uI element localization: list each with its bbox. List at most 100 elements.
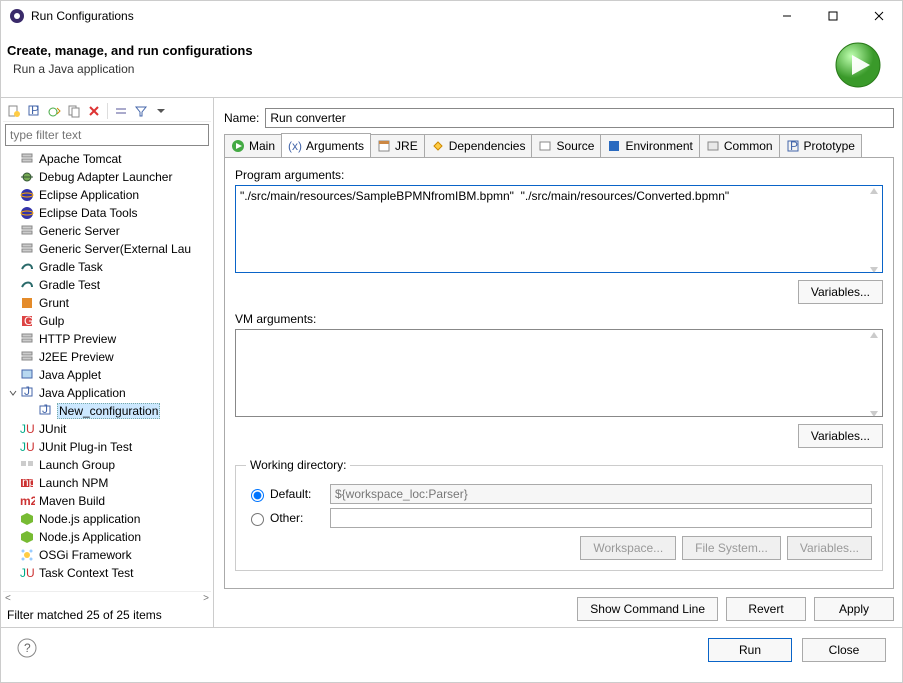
tab-common[interactable]: Common	[699, 134, 780, 157]
tree-item[interactable]: Apache Tomcat	[3, 150, 211, 168]
tree-item-label: Java Applet	[39, 368, 101, 382]
tree-item[interactable]: JJava Application	[3, 384, 211, 402]
tree-item[interactable]: Eclipse Application	[3, 186, 211, 204]
filter-icon[interactable]	[132, 102, 150, 120]
source-tab-icon	[538, 139, 552, 153]
config-tree[interactable]: Apache TomcatDebug Adapter LauncherEclip…	[3, 148, 211, 591]
chevron-down-icon[interactable]	[7, 388, 19, 398]
tree-item[interactable]: GGulp	[3, 312, 211, 330]
tab-jre[interactable]: JRE	[370, 134, 425, 157]
tree-item[interactable]: OSGi Framework	[3, 546, 211, 564]
tree-item[interactable]: m2Maven Build	[3, 492, 211, 510]
tree-item-label: Generic Server(External Lau	[39, 242, 191, 256]
java-icon: J	[37, 403, 53, 419]
wd-variables-button[interactable]: Variables...	[787, 536, 872, 560]
working-directory-legend: Working directory:	[246, 458, 350, 472]
deps-tab-icon	[431, 139, 445, 153]
tree-item-label: Launch Group	[39, 458, 115, 472]
new-proto-icon[interactable]: P	[25, 102, 43, 120]
tab-bar: Main(x)=ArgumentsJREDependencies Source En…	[224, 134, 894, 158]
close-window-button[interactable]	[856, 1, 902, 31]
server-icon	[19, 349, 35, 365]
tree-h-scrollbar[interactable]: <>	[3, 591, 211, 605]
eclipse-icon	[19, 205, 35, 221]
tab-main[interactable]: Main	[224, 134, 282, 157]
program-args-textarea[interactable]	[235, 185, 883, 273]
wd-default-label: Default:	[270, 487, 330, 501]
osgi-icon	[19, 547, 35, 563]
tree-item[interactable]: npmLaunch NPM	[3, 474, 211, 492]
svg-text:G: G	[24, 314, 33, 328]
tab-arguments[interactable]: (x)=Arguments	[281, 133, 371, 157]
tab-label: Common	[724, 139, 773, 153]
wd-other-input[interactable]	[330, 508, 872, 528]
vm-args-label: VM arguments:	[235, 312, 883, 326]
tree-item[interactable]: Node.js application	[3, 510, 211, 528]
tree-item-label: OSGi Framework	[39, 548, 132, 562]
show-command-line-button[interactable]: Show Command Line	[577, 597, 718, 621]
left-panel: P Apache TomcatDebug Adapter LauncherEcl…	[1, 98, 214, 627]
dialog-header: Create, manage, and run configurations R…	[1, 31, 902, 97]
tree-item[interactable]: Generic Server	[3, 222, 211, 240]
tree-item[interactable]: JUJUnit Plug-in Test	[3, 438, 211, 456]
tree-item[interactable]: JUJUnit	[3, 420, 211, 438]
tree-item-label: Node.js Application	[39, 530, 141, 544]
vm-args-scrollbar[interactable]	[867, 331, 881, 418]
tree-item[interactable]: Eclipse Data Tools	[3, 204, 211, 222]
collapse-all-icon[interactable]	[112, 102, 130, 120]
wd-other-radio[interactable]	[251, 513, 264, 526]
maximize-button[interactable]	[810, 1, 856, 31]
tree-item[interactable]: Java Applet	[3, 366, 211, 384]
svg-text:m2: m2	[20, 494, 35, 508]
tree-item[interactable]: Node.js Application	[3, 528, 211, 546]
tree-item-label: JUnit	[39, 422, 66, 436]
filesystem-button[interactable]: File System...	[682, 536, 781, 560]
help-icon[interactable]: ?	[17, 638, 37, 661]
export-icon[interactable]	[45, 102, 63, 120]
run-button[interactable]: Run	[708, 638, 792, 662]
workspace-button[interactable]: Workspace...	[580, 536, 676, 560]
new-config-icon[interactable]	[5, 102, 23, 120]
tree-item-child[interactable]: JNew_configuration	[3, 402, 211, 420]
main-tab-icon	[231, 139, 245, 153]
tree-item-label: Apache Tomcat	[39, 152, 122, 166]
eclipse-icon	[19, 187, 35, 203]
wd-default-radio[interactable]	[251, 489, 264, 502]
filter-input[interactable]	[5, 124, 209, 146]
program-args-scrollbar[interactable]	[867, 187, 881, 274]
tree-item-label: J2EE Preview	[39, 350, 114, 364]
delete-icon[interactable]	[85, 102, 103, 120]
gradle-icon	[19, 277, 35, 293]
tree-item[interactable]: Launch Group	[3, 456, 211, 474]
tab-env[interactable]: Environment	[600, 134, 699, 157]
tree-item[interactable]: Generic Server(External Lau	[3, 240, 211, 258]
server-icon	[19, 241, 35, 257]
tree-item[interactable]: Grunt	[3, 294, 211, 312]
program-args-label: Program arguments:	[235, 168, 883, 182]
tree-item[interactable]: Gradle Test	[3, 276, 211, 294]
name-input[interactable]	[265, 108, 894, 128]
program-args-variables-button[interactable]: Variables...	[798, 280, 883, 304]
tree-item-label: HTTP Preview	[39, 332, 116, 346]
apply-button[interactable]: Apply	[814, 597, 894, 621]
tree-item[interactable]: Gradle Task	[3, 258, 211, 276]
vm-args-textarea[interactable]	[235, 329, 883, 417]
close-button[interactable]: Close	[802, 638, 886, 662]
tree-item[interactable]: Debug Adapter Launcher	[3, 168, 211, 186]
duplicate-icon[interactable]	[65, 102, 83, 120]
server-icon	[19, 151, 35, 167]
svg-text:U: U	[26, 422, 35, 436]
tab-proto[interactable]: PPrototype	[779, 134, 862, 157]
tree-item-label: Node.js application	[39, 512, 140, 526]
tab-source[interactable]: Source	[531, 134, 601, 157]
revert-button[interactable]: Revert	[726, 597, 806, 621]
vm-args-variables-button[interactable]: Variables...	[798, 424, 883, 448]
tree-item[interactable]: J2EE Preview	[3, 348, 211, 366]
tree-item[interactable]: JUTask Context Test	[3, 564, 211, 582]
tree-item-label: Gradle Test	[39, 278, 100, 292]
filter-menu-icon[interactable]	[152, 102, 170, 120]
minimize-button[interactable]	[764, 1, 810, 31]
tree-item[interactable]: HTTP Preview	[3, 330, 211, 348]
tab-label: Source	[556, 139, 594, 153]
tab-deps[interactable]: Dependencies	[424, 134, 533, 157]
